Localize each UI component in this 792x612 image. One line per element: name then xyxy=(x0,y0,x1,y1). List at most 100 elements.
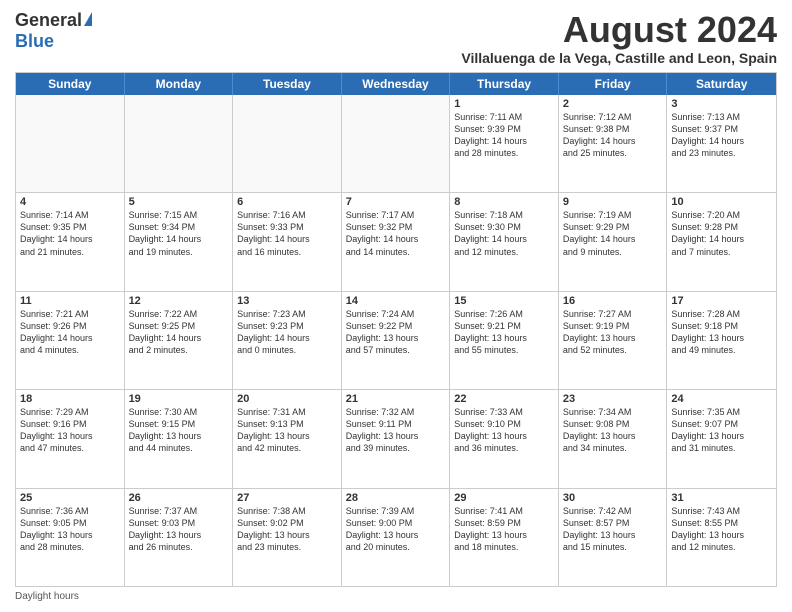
day-info: Sunrise: 7:14 AM Sunset: 9:35 PM Dayligh… xyxy=(20,209,120,258)
day-info: Sunrise: 7:20 AM Sunset: 9:28 PM Dayligh… xyxy=(671,209,772,258)
day-number: 5 xyxy=(129,196,229,208)
day-number: 14 xyxy=(346,295,446,307)
weekday-header: Monday xyxy=(125,73,234,95)
calendar-row: 11Sunrise: 7:21 AM Sunset: 9:26 PM Dayli… xyxy=(16,292,776,390)
title-section: August 2024 Villaluenga de la Vega, Cast… xyxy=(461,10,777,66)
day-number: 21 xyxy=(346,393,446,405)
calendar-cell: 1Sunrise: 7:11 AM Sunset: 9:39 PM Daylig… xyxy=(450,95,559,192)
logo-blue-text: Blue xyxy=(15,31,54,52)
day-number: 9 xyxy=(563,196,663,208)
day-info: Sunrise: 7:32 AM Sunset: 9:11 PM Dayligh… xyxy=(346,406,446,455)
day-number: 30 xyxy=(563,492,663,504)
day-info: Sunrise: 7:17 AM Sunset: 9:32 PM Dayligh… xyxy=(346,209,446,258)
calendar-cell: 31Sunrise: 7:43 AM Sunset: 8:55 PM Dayli… xyxy=(667,489,776,586)
day-info: Sunrise: 7:22 AM Sunset: 9:25 PM Dayligh… xyxy=(129,308,229,357)
calendar-header: SundayMondayTuesdayWednesdayThursdayFrid… xyxy=(16,73,776,95)
day-info: Sunrise: 7:31 AM Sunset: 9:13 PM Dayligh… xyxy=(237,406,337,455)
day-info: Sunrise: 7:36 AM Sunset: 9:05 PM Dayligh… xyxy=(20,505,120,554)
calendar-cell: 5Sunrise: 7:15 AM Sunset: 9:34 PM Daylig… xyxy=(125,193,234,290)
weekday-header: Thursday xyxy=(450,73,559,95)
day-number: 17 xyxy=(671,295,772,307)
day-number: 29 xyxy=(454,492,554,504)
calendar: SundayMondayTuesdayWednesdayThursdayFrid… xyxy=(15,72,777,587)
day-number: 12 xyxy=(129,295,229,307)
day-info: Sunrise: 7:38 AM Sunset: 9:02 PM Dayligh… xyxy=(237,505,337,554)
footer-note: Daylight hours xyxy=(15,591,777,602)
day-number: 2 xyxy=(563,98,663,110)
day-info: Sunrise: 7:23 AM Sunset: 9:23 PM Dayligh… xyxy=(237,308,337,357)
day-info: Sunrise: 7:37 AM Sunset: 9:03 PM Dayligh… xyxy=(129,505,229,554)
day-number: 7 xyxy=(346,196,446,208)
calendar-row: 4Sunrise: 7:14 AM Sunset: 9:35 PM Daylig… xyxy=(16,193,776,291)
logo-general-text: General xyxy=(15,10,82,31)
day-number: 8 xyxy=(454,196,554,208)
calendar-row: 18Sunrise: 7:29 AM Sunset: 9:16 PM Dayli… xyxy=(16,390,776,488)
day-number: 3 xyxy=(671,98,772,110)
calendar-cell: 22Sunrise: 7:33 AM Sunset: 9:10 PM Dayli… xyxy=(450,390,559,487)
day-number: 25 xyxy=(20,492,120,504)
logo: General Blue xyxy=(15,10,92,52)
day-info: Sunrise: 7:33 AM Sunset: 9:10 PM Dayligh… xyxy=(454,406,554,455)
weekday-header: Saturday xyxy=(667,73,776,95)
day-info: Sunrise: 7:30 AM Sunset: 9:15 PM Dayligh… xyxy=(129,406,229,455)
weekday-header: Tuesday xyxy=(233,73,342,95)
calendar-cell: 12Sunrise: 7:22 AM Sunset: 9:25 PM Dayli… xyxy=(125,292,234,389)
logo-triangle-icon xyxy=(84,12,92,26)
calendar-cell: 21Sunrise: 7:32 AM Sunset: 9:11 PM Dayli… xyxy=(342,390,451,487)
calendar-cell: 28Sunrise: 7:39 AM Sunset: 9:00 PM Dayli… xyxy=(342,489,451,586)
weekday-header: Sunday xyxy=(16,73,125,95)
header: General Blue August 2024 Villaluenga de … xyxy=(15,10,777,66)
weekday-header: Wednesday xyxy=(342,73,451,95)
day-number: 27 xyxy=(237,492,337,504)
day-info: Sunrise: 7:28 AM Sunset: 9:18 PM Dayligh… xyxy=(671,308,772,357)
calendar-cell: 9Sunrise: 7:19 AM Sunset: 9:29 PM Daylig… xyxy=(559,193,668,290)
day-info: Sunrise: 7:41 AM Sunset: 8:59 PM Dayligh… xyxy=(454,505,554,554)
calendar-cell xyxy=(16,95,125,192)
calendar-cell: 4Sunrise: 7:14 AM Sunset: 9:35 PM Daylig… xyxy=(16,193,125,290)
day-number: 10 xyxy=(671,196,772,208)
day-number: 11 xyxy=(20,295,120,307)
calendar-cell: 19Sunrise: 7:30 AM Sunset: 9:15 PM Dayli… xyxy=(125,390,234,487)
day-info: Sunrise: 7:34 AM Sunset: 9:08 PM Dayligh… xyxy=(563,406,663,455)
calendar-cell: 13Sunrise: 7:23 AM Sunset: 9:23 PM Dayli… xyxy=(233,292,342,389)
day-info: Sunrise: 7:43 AM Sunset: 8:55 PM Dayligh… xyxy=(671,505,772,554)
day-info: Sunrise: 7:18 AM Sunset: 9:30 PM Dayligh… xyxy=(454,209,554,258)
calendar-cell: 18Sunrise: 7:29 AM Sunset: 9:16 PM Dayli… xyxy=(16,390,125,487)
day-number: 31 xyxy=(671,492,772,504)
day-number: 20 xyxy=(237,393,337,405)
calendar-cell: 14Sunrise: 7:24 AM Sunset: 9:22 PM Dayli… xyxy=(342,292,451,389)
calendar-cell: 25Sunrise: 7:36 AM Sunset: 9:05 PM Dayli… xyxy=(16,489,125,586)
calendar-cell: 26Sunrise: 7:37 AM Sunset: 9:03 PM Dayli… xyxy=(125,489,234,586)
day-info: Sunrise: 7:27 AM Sunset: 9:19 PM Dayligh… xyxy=(563,308,663,357)
calendar-cell: 24Sunrise: 7:35 AM Sunset: 9:07 PM Dayli… xyxy=(667,390,776,487)
calendar-cell: 2Sunrise: 7:12 AM Sunset: 9:38 PM Daylig… xyxy=(559,95,668,192)
calendar-cell: 8Sunrise: 7:18 AM Sunset: 9:30 PM Daylig… xyxy=(450,193,559,290)
page: General Blue August 2024 Villaluenga de … xyxy=(0,0,792,612)
day-info: Sunrise: 7:16 AM Sunset: 9:33 PM Dayligh… xyxy=(237,209,337,258)
day-number: 26 xyxy=(129,492,229,504)
day-info: Sunrise: 7:39 AM Sunset: 9:00 PM Dayligh… xyxy=(346,505,446,554)
day-info: Sunrise: 7:11 AM Sunset: 9:39 PM Dayligh… xyxy=(454,111,554,160)
day-info: Sunrise: 7:13 AM Sunset: 9:37 PM Dayligh… xyxy=(671,111,772,160)
calendar-cell: 15Sunrise: 7:26 AM Sunset: 9:21 PM Dayli… xyxy=(450,292,559,389)
day-info: Sunrise: 7:42 AM Sunset: 8:57 PM Dayligh… xyxy=(563,505,663,554)
day-info: Sunrise: 7:24 AM Sunset: 9:22 PM Dayligh… xyxy=(346,308,446,357)
day-info: Sunrise: 7:21 AM Sunset: 9:26 PM Dayligh… xyxy=(20,308,120,357)
calendar-row: 1Sunrise: 7:11 AM Sunset: 9:39 PM Daylig… xyxy=(16,95,776,193)
calendar-cell: 11Sunrise: 7:21 AM Sunset: 9:26 PM Dayli… xyxy=(16,292,125,389)
calendar-cell: 17Sunrise: 7:28 AM Sunset: 9:18 PM Dayli… xyxy=(667,292,776,389)
day-info: Sunrise: 7:35 AM Sunset: 9:07 PM Dayligh… xyxy=(671,406,772,455)
calendar-cell: 6Sunrise: 7:16 AM Sunset: 9:33 PM Daylig… xyxy=(233,193,342,290)
day-info: Sunrise: 7:15 AM Sunset: 9:34 PM Dayligh… xyxy=(129,209,229,258)
day-info: Sunrise: 7:29 AM Sunset: 9:16 PM Dayligh… xyxy=(20,406,120,455)
calendar-body: 1Sunrise: 7:11 AM Sunset: 9:39 PM Daylig… xyxy=(16,95,776,586)
calendar-cell xyxy=(125,95,234,192)
day-number: 4 xyxy=(20,196,120,208)
location-title: Villaluenga de la Vega, Castille and Leo… xyxy=(461,50,777,66)
calendar-cell xyxy=(233,95,342,192)
day-number: 24 xyxy=(671,393,772,405)
day-info: Sunrise: 7:26 AM Sunset: 9:21 PM Dayligh… xyxy=(454,308,554,357)
calendar-cell: 29Sunrise: 7:41 AM Sunset: 8:59 PM Dayli… xyxy=(450,489,559,586)
day-number: 28 xyxy=(346,492,446,504)
calendar-cell: 23Sunrise: 7:34 AM Sunset: 9:08 PM Dayli… xyxy=(559,390,668,487)
